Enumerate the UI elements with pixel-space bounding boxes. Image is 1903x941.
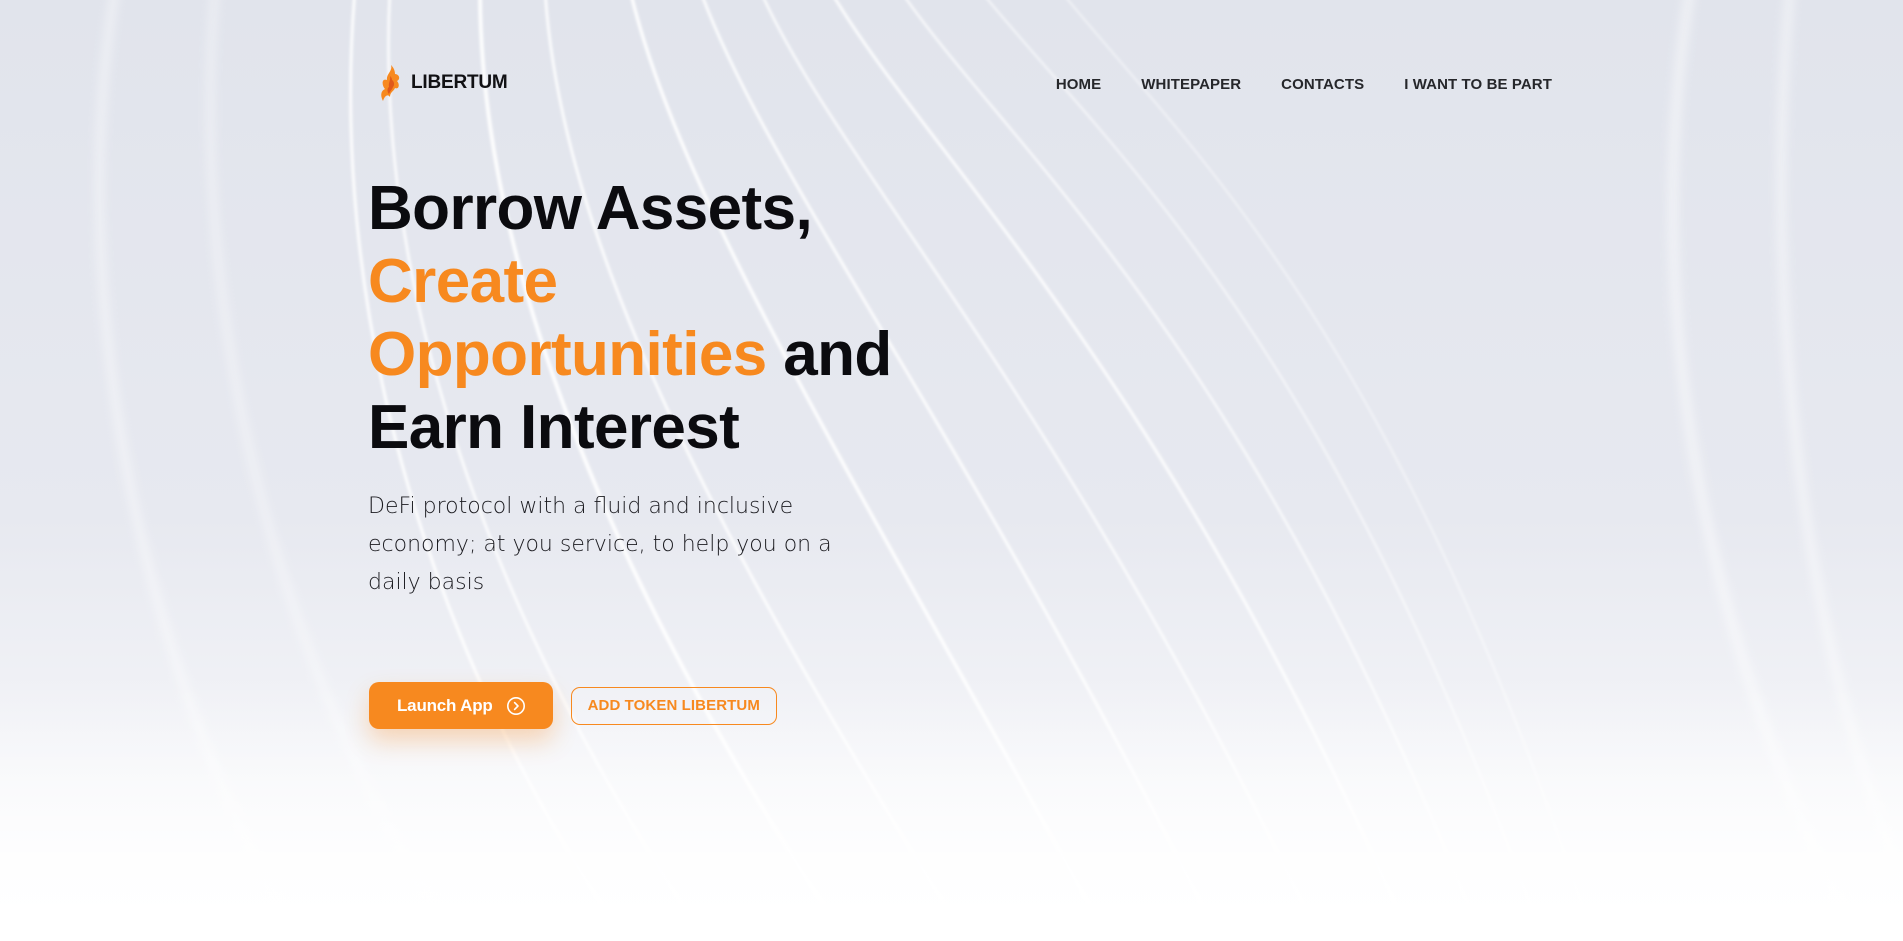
logo-link[interactable]: LIBERTUM bbox=[377, 64, 508, 102]
flame-logo-icon bbox=[381, 65, 400, 101]
hero-section: Borrow Assets, Create Opportunities and … bbox=[368, 172, 892, 464]
hero-subtitle: DeFi protocol with a fluid and inclusive… bbox=[368, 494, 832, 595]
chevron-right-circle-icon bbox=[506, 696, 525, 715]
nav-item-join[interactable]: I WANT TO BE PART bbox=[1404, 76, 1552, 93]
headline-line-4: Earn Interest bbox=[368, 393, 740, 462]
brand-name: LIBERTUM bbox=[411, 72, 508, 93]
headline-highlight-2: Opportunities bbox=[368, 320, 767, 389]
launch-app-label: Launch App bbox=[397, 695, 493, 715]
background-wave-lines bbox=[96, 0, 1903, 941]
hero-actions: Launch App ADD TOKEN LIBERTUM bbox=[369, 682, 777, 729]
launch-app-button[interactable]: Launch App bbox=[369, 682, 553, 729]
nav-item-whitepaper[interactable]: WHITEPAPER bbox=[1141, 76, 1241, 93]
background-fade bbox=[0, 681, 1903, 941]
main-nav: HOME WHITEPAPER CONTACTS I WANT TO BE PA… bbox=[1056, 76, 1552, 93]
site-header: LIBERTUM HOME WHITEPAPER CONTACTS I WANT… bbox=[377, 64, 1552, 106]
headline-and: and bbox=[783, 320, 892, 389]
add-token-button[interactable]: ADD TOKEN LIBERTUM bbox=[570, 686, 777, 725]
hero-headline: Borrow Assets, Create Opportunities and … bbox=[368, 172, 892, 464]
headline-line-3: Opportunities and bbox=[368, 318, 892, 391]
nav-item-home[interactable]: HOME bbox=[1056, 76, 1101, 93]
headline-highlight-1: Create bbox=[368, 247, 558, 316]
headline-line-1: Borrow Assets, bbox=[368, 174, 813, 243]
nav-item-contacts[interactable]: CONTACTS bbox=[1281, 76, 1364, 93]
